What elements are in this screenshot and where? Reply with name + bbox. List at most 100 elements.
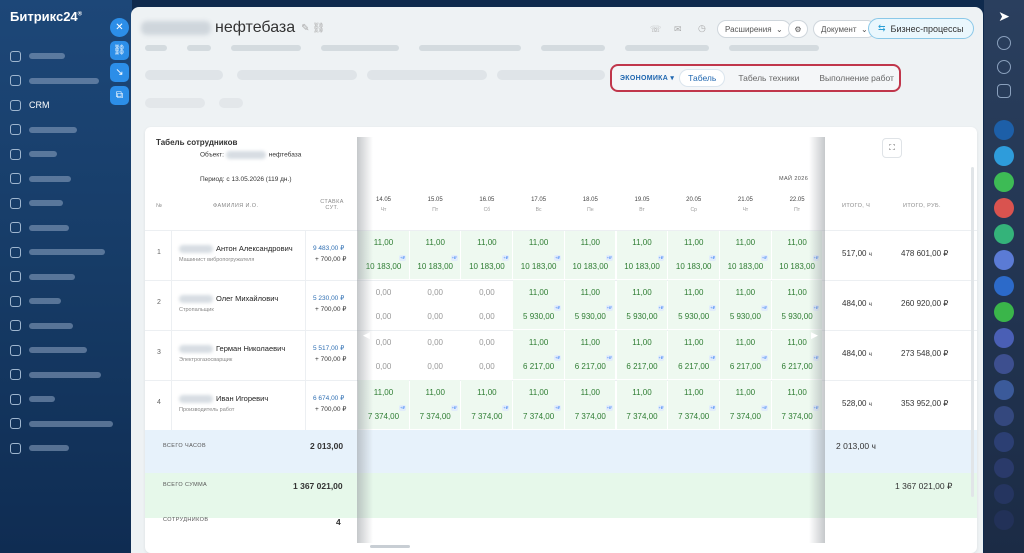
total-sum-label: ВСЕГО СУММА — [163, 482, 208, 488]
menu-item[interactable] — [0, 191, 132, 216]
play-icon[interactable]: ➤ — [994, 6, 1014, 26]
employee-name[interactable]: Олег Михайлович — [179, 294, 278, 304]
link-icon[interactable]: ⛓ — [110, 41, 129, 60]
day-weekday: Вс — [535, 207, 542, 213]
day-weekday: Чт — [742, 207, 749, 213]
contact-avatar[interactable] — [994, 198, 1014, 218]
menu-item[interactable] — [0, 314, 132, 339]
menu-item[interactable] — [0, 118, 132, 143]
open-window-icon[interactable]: ⧉ — [110, 86, 129, 105]
tab-equipment-timesheet[interactable]: Табель техники — [738, 73, 799, 83]
contact-avatar[interactable] — [994, 120, 1014, 140]
contact-avatar[interactable] — [994, 276, 1014, 296]
scroll-right-icon[interactable]: ▶ — [811, 330, 818, 341]
currency-badge: +₽ — [760, 255, 768, 261]
menu-item[interactable] — [0, 289, 132, 314]
employee-total-hours: 528,00 ч — [842, 399, 872, 408]
menu-item[interactable] — [0, 387, 132, 412]
employee-rate[interactable]: 5 230,00 ₽ — [313, 294, 344, 302]
employee-total-rub: 353 952,00 ₽ — [901, 399, 949, 408]
horizontal-scrollbar[interactable] — [370, 545, 410, 548]
day-amount: 10 183,00 — [624, 262, 660, 271]
menu-item[interactable] — [0, 240, 132, 265]
employee-total-hours: 517,00 ч — [842, 249, 872, 258]
contact-avatar[interactable] — [994, 510, 1014, 530]
menu-item[interactable] — [0, 412, 132, 437]
menu-item[interactable] — [0, 338, 132, 363]
menu-icon — [10, 271, 21, 283]
menu-item[interactable] — [0, 216, 132, 241]
row-number: 3 — [157, 349, 161, 356]
contact-avatar[interactable] — [994, 406, 1014, 426]
day-hours: 11,00 — [528, 338, 549, 347]
settings-icon[interactable] — [997, 60, 1011, 74]
day-amount: 5 930,00 — [729, 312, 761, 321]
main-menu: CRM — [0, 44, 132, 461]
menu-item[interactable] — [0, 265, 132, 290]
employee-name[interactable]: Антон Александрович — [179, 244, 293, 254]
close-icon[interactable]: ✕ — [110, 18, 129, 37]
menu-item[interactable] — [0, 436, 132, 461]
contact-avatar[interactable] — [994, 354, 1014, 374]
employee-rate[interactable]: 5 517,00 ₽ — [313, 344, 344, 352]
mail-icon[interactable]: ✉ — [674, 24, 682, 35]
employee-rate[interactable]: 9 483,00 ₽ — [313, 244, 344, 252]
menu-item[interactable] — [0, 142, 132, 167]
menu-item[interactable] — [0, 167, 132, 192]
contact-avatar[interactable] — [994, 458, 1014, 478]
day-hours: 11,00 — [735, 288, 756, 297]
day-hours: 11,00 — [580, 388, 601, 397]
contact-avatar[interactable] — [994, 432, 1014, 452]
total-sum-itog: 1 367 021,00 ₽ — [895, 481, 953, 491]
col-total-rub: ИТОГО, РУБ. — [903, 203, 941, 209]
vertical-scrollbar[interactable] — [971, 167, 974, 497]
currency-badge: +₽ — [554, 305, 561, 311]
day-amount: 5 930,00 — [678, 312, 710, 321]
contact-avatar[interactable] — [994, 224, 1014, 244]
day-amount: 10 183,00 — [572, 262, 609, 271]
app-logo[interactable]: Битрикс24® — [10, 9, 82, 24]
menu-icon — [10, 442, 21, 454]
row-number: 1 — [157, 249, 161, 256]
currency-badge: +₽ — [554, 355, 561, 361]
contact-avatar[interactable] — [994, 380, 1014, 400]
business-processes-button[interactable]: ⇆ Бизнес-процессы — [868, 18, 974, 39]
menu-item[interactable] — [0, 363, 132, 388]
contact-avatar[interactable] — [994, 328, 1014, 348]
currency-badge: +₽ — [709, 355, 717, 361]
day-hours: 11,00 — [632, 338, 652, 347]
bell-icon[interactable] — [997, 36, 1011, 50]
employee-rate[interactable]: 6 674,00 ₽ — [313, 394, 344, 402]
contact-avatar[interactable] — [994, 172, 1014, 192]
contact-avatar[interactable] — [994, 146, 1014, 166]
day-amount: 0,00 — [479, 362, 495, 371]
currency-badge: +₽ — [709, 255, 717, 261]
page-title: нефтебаза ✎ ⛓ — [141, 19, 325, 37]
chat-icon[interactable] — [997, 84, 1011, 98]
col-total-hours: ИТОГО, Ч — [842, 203, 871, 209]
arrow-icon[interactable]: ↘ — [110, 63, 129, 82]
tab-economy[interactable]: ЭКОНОМИКА ▾ — [620, 74, 674, 82]
tab-work-completion[interactable]: Выполнение работ — [819, 73, 894, 83]
fullscreen-icon[interactable]: ⛶ — [882, 138, 902, 158]
contact-avatar[interactable] — [994, 250, 1014, 270]
menu-icon — [10, 222, 21, 234]
day-amount: 7 374,00 — [626, 412, 658, 421]
deal-panel: нефтебаза ✎ ⛓ ☏ ✉ ◷ Расширения ⌄ ⚙ Докуме… — [131, 7, 983, 553]
document-button[interactable]: Документ ⌄ — [813, 20, 876, 38]
phone-icon[interactable]: ☏ — [650, 24, 661, 35]
employee-name[interactable]: Герман Николаевич — [179, 344, 285, 354]
scroll-left-icon[interactable]: ◀ — [363, 330, 370, 341]
day-amount: 0,00 — [427, 312, 443, 321]
day-amount: 6 217,00 — [523, 362, 555, 371]
contact-avatar[interactable] — [994, 484, 1014, 504]
edit-icon[interactable]: ✎ ⛓ — [301, 23, 325, 34]
gear-icon[interactable]: ⚙ — [788, 20, 808, 38]
currency-badge: +₽ — [709, 405, 717, 411]
clock-icon[interactable]: ◷ — [698, 23, 706, 34]
contact-avatar[interactable] — [994, 302, 1014, 322]
extensions-button[interactable]: Расширения ⌄ — [717, 20, 791, 38]
employee-name[interactable]: Иван Игоревич — [179, 394, 268, 404]
tab-timesheet[interactable]: Табель — [680, 70, 725, 86]
day-hours: 11,00 — [528, 238, 549, 247]
